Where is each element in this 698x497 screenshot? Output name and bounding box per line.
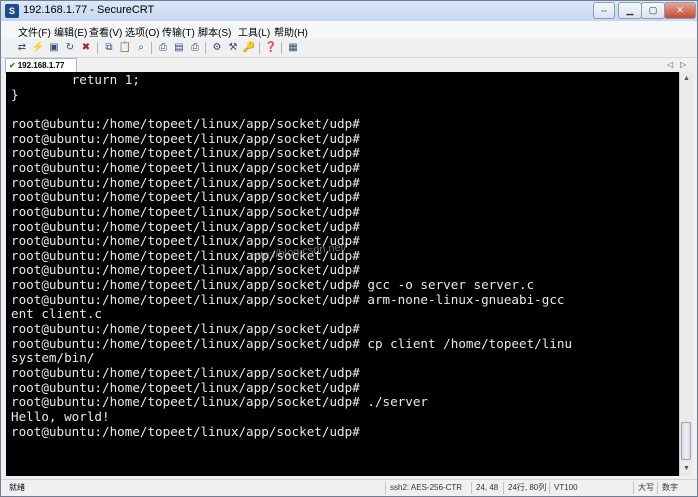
securecrt-icon: S [5, 4, 19, 18]
menu-help[interactable]: 帮助(H) [274, 24, 308, 39]
tab-session[interactable]: ✔ 192.168.1.77 [5, 58, 77, 73]
copy-icon[interactable]: ⧉ [102, 41, 116, 55]
help-window-button[interactable]: ⇔ [593, 2, 615, 19]
terminal-line: root@ubuntu:/home/topeet/linux/app/socke… [11, 365, 360, 380]
help-icon[interactable]: ❓ [264, 41, 278, 55]
scroll-down-icon[interactable]: ▼ [680, 462, 693, 475]
terminal-line: root@ubuntu:/home/topeet/linux/app/socke… [11, 335, 573, 351]
status-bar: 就绪 ssh2: AES-256-CTR 24, 48 24行, 80列 VT1… [1, 479, 697, 496]
tab-scroll-left-icon[interactable]: ◁ [667, 60, 673, 69]
print-screen-icon[interactable]: ▤ [172, 41, 186, 55]
toolbar: ⇄ ⚡ ▣ ↻ ✖ ⧉ 📋 ⌕ ⎙ ▤ ⎙ ⚙ ⚒ 🔑 ❓ ▦ [1, 39, 697, 58]
terminal-line: root@ubuntu:/home/topeet/linux/app/socke… [11, 379, 360, 395]
terminal-line: root@ubuntu:/home/topeet/linux/app/socke… [11, 145, 360, 161]
terminal-line: root@ubuntu:/home/topeet/linux/app/socke… [11, 394, 429, 410]
securecrt-window: S 192.168.1.77 - SecureCRT ⇔ ▁ ▢ ✕ 文件(F)… [0, 0, 698, 497]
global-options-icon[interactable]: ⚒ [226, 41, 240, 55]
menu-file[interactable]: 文件(F) [18, 24, 51, 39]
terminal-line: root@ubuntu:/home/topeet/linux/app/socke… [11, 277, 535, 293]
sftp-icon[interactable]: ▦ [286, 41, 300, 55]
reconnect-icon[interactable]: ↻ [63, 41, 77, 55]
tab-bar: ✔ 192.168.1.77 ◁ ▷ [1, 58, 697, 73]
disconnect-icon[interactable]: ✖ [79, 41, 93, 55]
terminal-line: root@ubuntu:/home/topeet/linux/app/socke… [11, 321, 360, 337]
minimize-button[interactable]: ▁ [618, 2, 642, 19]
maximize-button[interactable]: ▢ [641, 2, 665, 19]
connect-tab-icon[interactable]: ▣ [47, 41, 61, 55]
menu-edit[interactable]: 编辑(E) [54, 24, 87, 39]
toolbar-divider [281, 42, 282, 54]
terminal-line: root@ubuntu:/home/topeet/linux/app/socke… [11, 174, 360, 190]
terminal-line: root@ubuntu:/home/topeet/linux/app/socke… [11, 291, 565, 307]
menu-bar: 文件(F) 编辑(E) 查看(V) 选项(O) 传输(T) 脚本(S) 工具(L… [1, 21, 697, 40]
terminal-line: root@ubuntu:/home/topeet/linux/app/socke… [11, 203, 360, 219]
terminal-line: return 1; [11, 72, 140, 87]
print-icon[interactable]: ⎙ [156, 41, 170, 55]
keymap-icon[interactable]: 🔑 [242, 41, 256, 55]
terminal-line: system/bin/ [11, 350, 95, 366]
vertical-scrollbar[interactable]: ▲ ▼ [679, 72, 693, 476]
terminal-line: root@ubuntu:/home/topeet/linux/app/socke… [11, 218, 360, 234]
menu-transfer[interactable]: 传输(T) [162, 24, 195, 39]
close-button[interactable]: ✕ [664, 2, 696, 19]
terminal-output[interactable]: return 1;} root@ubuntu:/home/topeet/linux… [6, 72, 679, 476]
menu-view[interactable]: 查看(V) [89, 24, 122, 39]
terminal-line: } [11, 86, 19, 102]
terminal-line: root@ubuntu:/home/topeet/linux/app/socke… [11, 115, 360, 131]
toolbar-divider [259, 42, 260, 54]
connect-icon[interactable]: ⇄ [15, 41, 29, 55]
menu-tools[interactable]: 工具(L) [238, 24, 270, 39]
tab-session-label: 192.168.1.77 [17, 61, 65, 70]
title-bar[interactable]: S 192.168.1.77 - SecureCRT ⇔ ▁ ▢ ✕ [1, 1, 697, 21]
toolbar-divider [97, 42, 98, 54]
scroll-thumb[interactable] [681, 422, 691, 460]
terminal-line: root@ubuntu:/home/topeet/linux/app/socke… [11, 189, 360, 205]
session-options-icon[interactable]: ⚙ [210, 41, 224, 55]
status-ready: 就绪 [9, 483, 25, 492]
terminal-line: Hello, world! [11, 408, 110, 424]
paste-icon[interactable]: 📋 [118, 41, 132, 55]
status-size: 24行, 80列 [503, 482, 546, 494]
terminal-line: root@ubuntu:/home/topeet/linux/app/socke… [11, 130, 360, 146]
tab-scroll-right-icon[interactable]: ▷ [680, 60, 686, 69]
toolbar-divider [205, 42, 206, 54]
window-title: 192.168.1.77 - SecureCRT [23, 4, 155, 16]
quick-connect-icon[interactable]: ⚡ [31, 41, 45, 55]
terminal-line: root@ubuntu:/home/topeet/linux/app/socke… [11, 159, 360, 175]
status-term-type: VT100 [549, 482, 578, 494]
menu-script[interactable]: 脚本(S) [198, 24, 231, 39]
toolbar-divider [151, 42, 152, 54]
status-cursor: 24, 48 [471, 482, 498, 494]
printer-icon[interactable]: ⎙ [188, 41, 202, 55]
status-encryption: ssh2: AES-256-CTR [385, 482, 462, 494]
terminal-line: root@ubuntu:/home/topeet/linux/app/socke… [11, 262, 360, 278]
find-icon[interactable]: ⌕ [134, 41, 148, 55]
menu-options[interactable]: 选项(O) [125, 24, 159, 39]
scroll-up-icon[interactable]: ▲ [680, 72, 693, 85]
connected-check-icon: ✔ [9, 61, 16, 70]
status-caps: 大写 [633, 482, 654, 494]
terminal-line: ent client.c [11, 306, 102, 322]
status-num: 数字 [657, 482, 678, 494]
terminal-line: root@ubuntu:/home/topeet/linux/app/socke… [11, 423, 360, 439]
